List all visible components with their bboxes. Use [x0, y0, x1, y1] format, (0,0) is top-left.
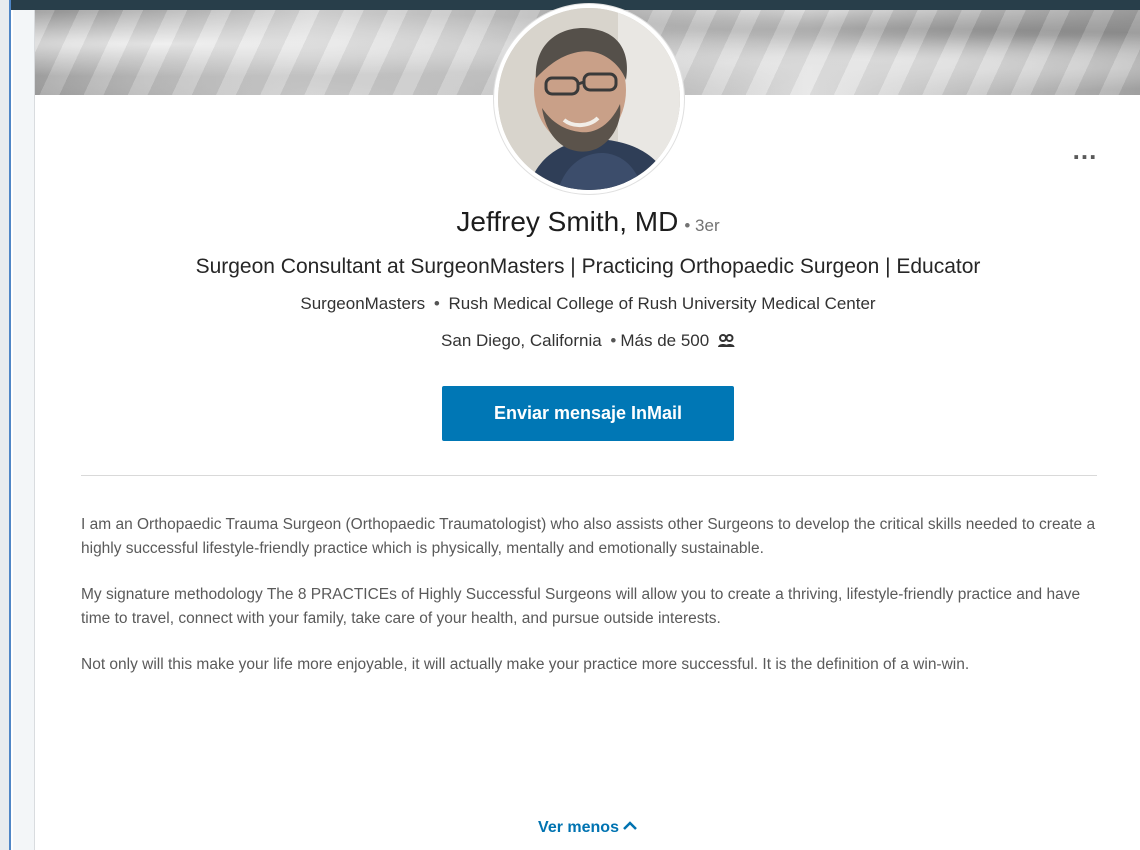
- page-background: [13, 10, 34, 850]
- summary-paragraph: My signature methodology The 8 PRACTICEs…: [81, 586, 1081, 627]
- company-link[interactable]: SurgeonMasters: [300, 294, 425, 313]
- see-less-toggle[interactable]: Ver menos: [35, 818, 1140, 837]
- chevron-up-icon: [622, 818, 638, 836]
- profile-card: ... Jeffrey Smith, MD • 3er Surgeon Consu…: [34, 4, 1140, 850]
- left-window-edge: [0, 0, 11, 850]
- send-inmail-button[interactable]: Enviar mensaje InMail: [442, 386, 734, 441]
- school-link[interactable]: Rush Medical College of Rush University …: [449, 294, 876, 313]
- separator-dot: •: [433, 294, 440, 313]
- ellipsis-icon: ...: [1072, 135, 1098, 165]
- summary-paragraph: I am an Orthopaedic Trauma Surgeon (Orth…: [81, 516, 1096, 557]
- profile-location: San Diego, California: [441, 331, 602, 350]
- profile-location-row: San Diego, California • Más de 500: [35, 331, 1140, 353]
- avatar-illustration: [498, 8, 680, 190]
- connections-count[interactable]: Más de 500: [620, 331, 709, 350]
- summary-paragraph: Not only will this make your life more e…: [81, 656, 970, 673]
- separator-dot: •: [610, 331, 617, 350]
- section-divider: [81, 475, 1097, 476]
- profile-summary: I am an Orthopaedic Trauma Surgeon (Orth…: [81, 513, 1111, 699]
- profile-photo[interactable]: [494, 4, 684, 194]
- profile-organizations: SurgeonMasters • Rush Medical College of…: [35, 294, 1140, 314]
- see-less-label: Ver menos: [538, 819, 619, 836]
- profile-name-row: Jeffrey Smith, MD • 3er: [35, 206, 1140, 238]
- profile-headline: Surgeon Consultant at SurgeonMasters | P…: [195, 255, 981, 278]
- connection-degree: • 3er: [684, 216, 720, 235]
- profile-name: Jeffrey Smith, MD: [456, 206, 679, 237]
- people-icon: [717, 333, 735, 353]
- more-actions-button[interactable]: ...: [1065, 135, 1105, 165]
